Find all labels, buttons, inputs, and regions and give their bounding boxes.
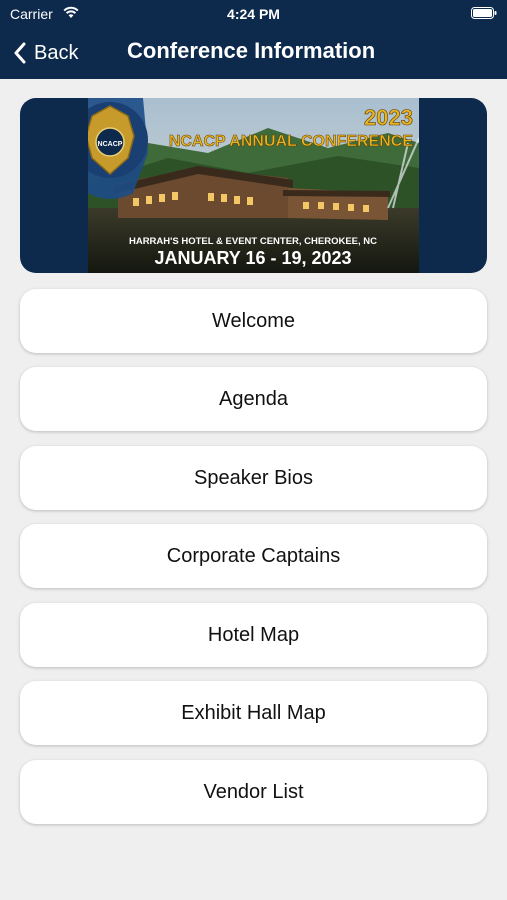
top-bar: Carrier 4:24 PM Back Conference Informat… [0,0,507,79]
welcome-button[interactable]: Welcome [20,289,487,353]
status-time: 4:24 PM [227,6,280,22]
speaker-bios-button[interactable]: Speaker Bios [20,446,487,510]
banner-title: NCACP ANNUAL CONFERENCE [169,133,413,150]
corporate-captains-button[interactable]: Corporate Captains [20,524,487,588]
vendor-list-button[interactable]: Vendor List [20,760,487,824]
banner-image: NCACP 2023 NCACP ANNUAL CONFERENCE HARRA… [88,98,419,273]
banner-year: 2023 [364,105,413,130]
conference-banner: NCACP 2023 NCACP ANNUAL CONFERENCE HARRA… [20,98,487,273]
badge-text: NCACP [98,141,123,148]
page-title: Conference Information [127,38,376,63]
status-bar: Carrier 4:24 PM [0,0,507,28]
navigation-bar: Back Conference Information [0,28,507,79]
battery-icon [471,7,497,19]
back-button[interactable]: Back [14,38,78,68]
hotel-map-button[interactable]: Hotel Map [20,603,487,667]
banner-dates: JANUARY 16 - 19, 2023 [154,248,351,268]
agenda-button[interactable]: Agenda [20,367,487,431]
banner-venue: HARRAH'S HOTEL & EVENT CENTER, CHEROKEE,… [129,236,377,247]
exhibit-hall-map-button[interactable]: Exhibit Hall Map [20,681,487,745]
back-label: Back [34,41,79,64]
chevron-left-icon [14,42,26,64]
